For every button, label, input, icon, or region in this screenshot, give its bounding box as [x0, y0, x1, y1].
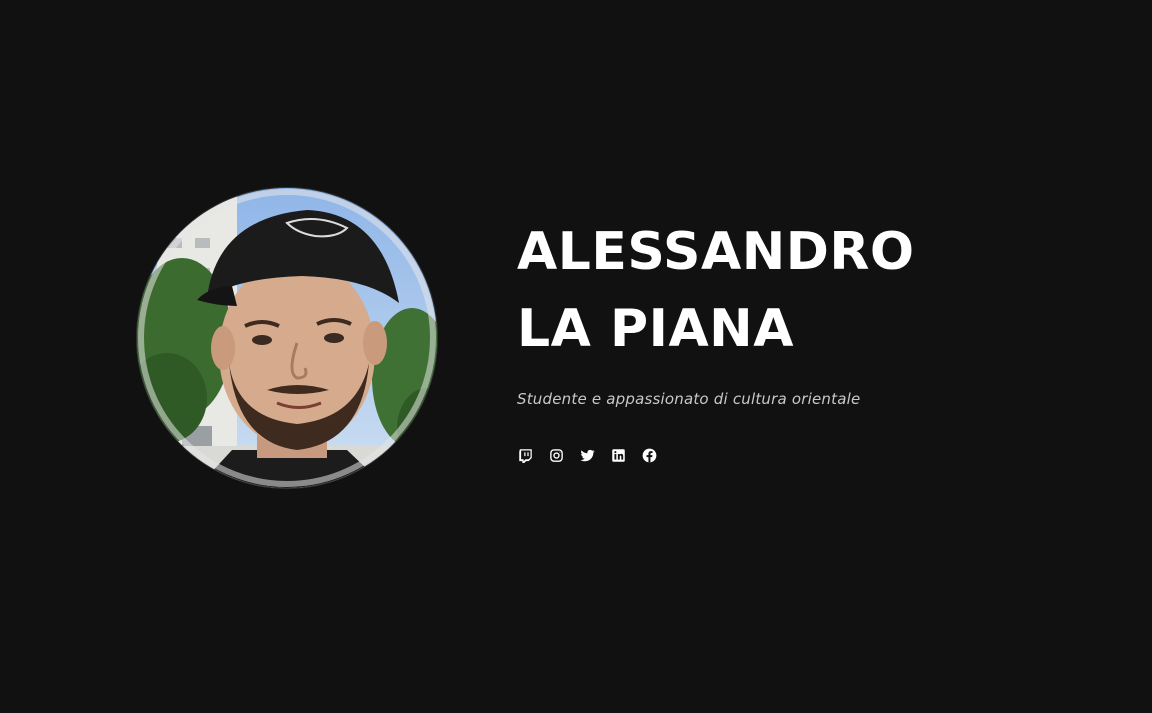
profile-photo [137, 188, 437, 488]
name-line-2: LA PIANA [517, 299, 794, 359]
profile-tagline: Studente e appassionato di cultura orien… [517, 390, 861, 408]
twitter-icon [580, 449, 595, 462]
name-line-1: ALESSANDRO [517, 222, 915, 282]
hero-section: ALESSANDRO LA PIANA Studente e appassion… [0, 0, 1152, 713]
linkedin-link[interactable] [610, 447, 627, 464]
social-links [517, 447, 1117, 464]
twitch-icon [519, 449, 532, 463]
profile-info: ALESSANDRO LA PIANA Studente e appassion… [517, 214, 1117, 464]
instagram-icon [550, 449, 563, 462]
profile-name: ALESSANDRO LA PIANA [517, 214, 1117, 368]
facebook-icon [642, 448, 657, 463]
twitch-link[interactable] [517, 447, 534, 464]
linkedin-icon [612, 449, 625, 462]
facebook-link[interactable] [641, 447, 658, 464]
twitter-link[interactable] [579, 447, 596, 464]
instagram-link[interactable] [548, 447, 565, 464]
